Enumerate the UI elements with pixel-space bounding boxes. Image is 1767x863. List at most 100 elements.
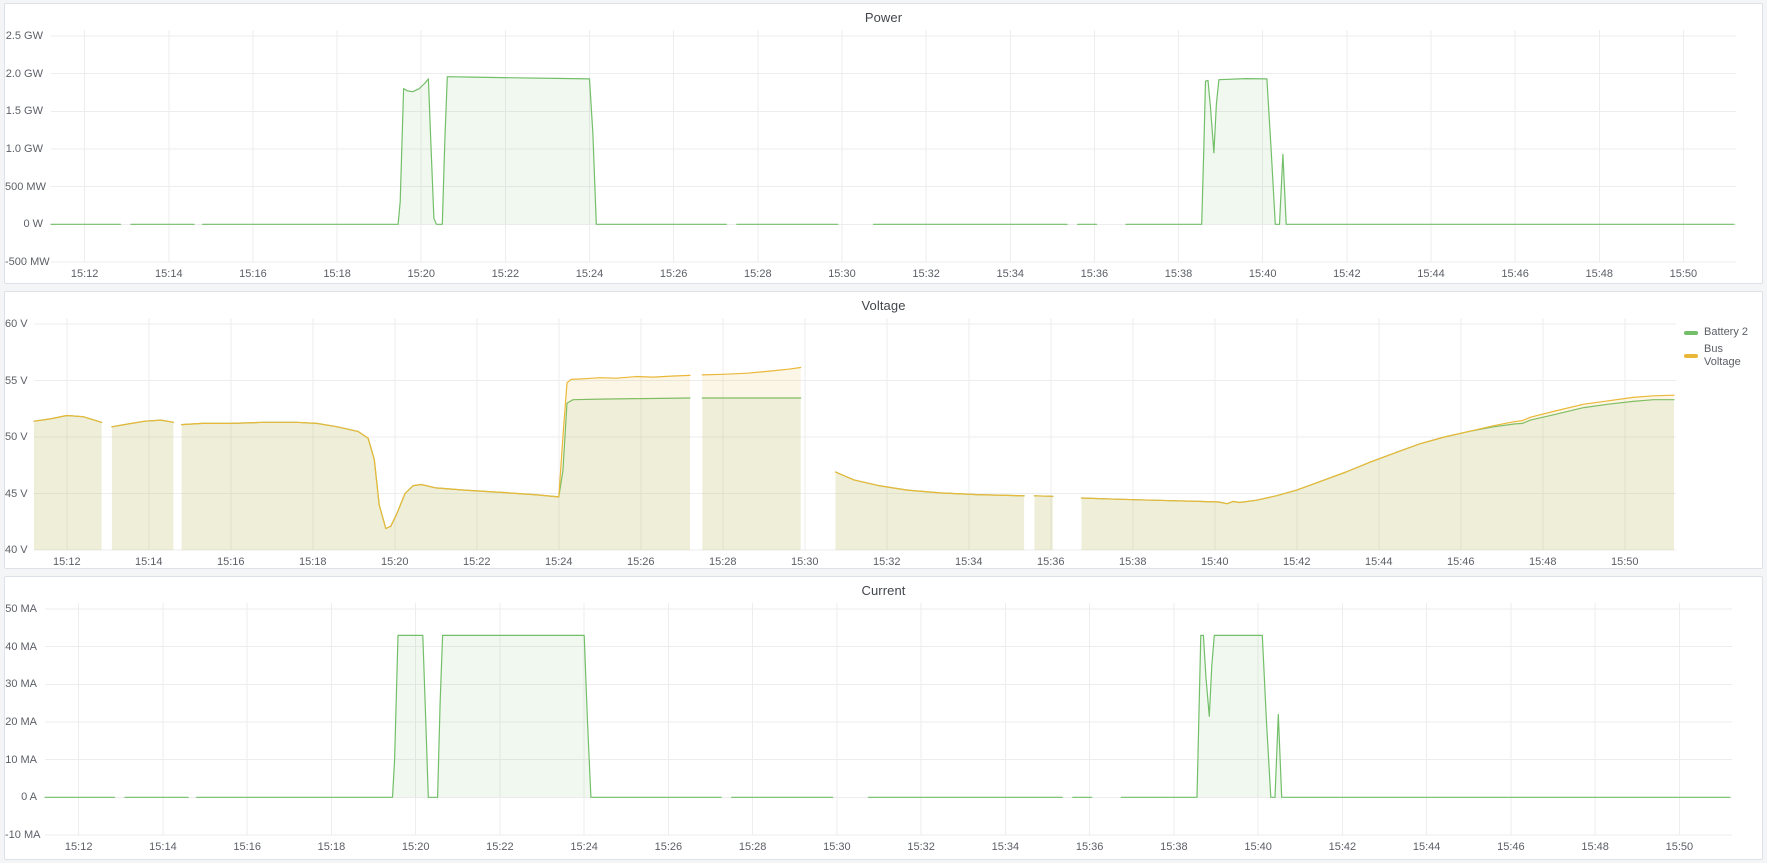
y-axis-label: 30 MA xyxy=(5,677,37,691)
x-axis-label: 15:12 xyxy=(61,267,109,281)
y-axis-label: 2.5 GW xyxy=(5,29,43,43)
x-axis-label: 15:36 xyxy=(1027,555,1075,569)
y-axis-label: 10 MA xyxy=(5,753,37,767)
x-axis-label: 15:24 xyxy=(566,267,614,281)
area-bus-voltage xyxy=(836,472,1025,550)
x-axis-label: 15:42 xyxy=(1323,267,1371,281)
x-axis-label: 15:44 xyxy=(1355,555,1403,569)
x-axis-label: 15:48 xyxy=(1571,840,1619,854)
y-axis-label: 45 V xyxy=(5,487,26,501)
x-axis-label: 15:16 xyxy=(229,267,277,281)
x-axis-label: 15:38 xyxy=(1109,555,1157,569)
x-axis-label: 15:36 xyxy=(1070,267,1118,281)
current-plot-area[interactable]: 50 MA40 MA30 MA20 MA10 MA0 A-10 MA15:121… xyxy=(5,603,1762,859)
x-axis-label: 15:36 xyxy=(1066,840,1114,854)
x-axis-label: 15:32 xyxy=(897,840,945,854)
y-axis-label: 0 W xyxy=(5,217,43,231)
y-axis-label: 50 MA xyxy=(5,602,37,616)
x-axis-label: 15:16 xyxy=(223,840,271,854)
y-axis-label: 0 A xyxy=(5,790,37,804)
x-axis-label: 15:26 xyxy=(650,267,698,281)
x-axis-label: 15:30 xyxy=(781,555,829,569)
area-current xyxy=(197,635,722,797)
legend-series-label: Bus Voltage xyxy=(1704,343,1762,369)
panel-power: Power 2.5 GW 2.0 GW 1.5 GW 1.0 GW 500 MW 0 W -… xyxy=(4,3,1763,284)
area-bus-voltage xyxy=(34,416,102,551)
x-axis-label: 15:20 xyxy=(397,267,445,281)
x-axis-label: 15:48 xyxy=(1575,267,1623,281)
x-axis-label: 15:24 xyxy=(535,555,583,569)
legend-series-label: Battery 2 xyxy=(1704,326,1748,339)
x-axis-label: 15:50 xyxy=(1659,267,1707,281)
x-axis-label: 15:12 xyxy=(43,555,91,569)
x-axis-label: 15:22 xyxy=(476,840,524,854)
legend-item-bus-voltage[interactable]: Bus Voltage xyxy=(1684,343,1762,369)
x-axis-label: 15:32 xyxy=(902,267,950,281)
x-axis-label: 15:18 xyxy=(289,555,337,569)
x-axis-label: 15:26 xyxy=(617,555,665,569)
legend-item-battery-2[interactable]: Battery 2 xyxy=(1684,326,1762,339)
x-axis-label: 15:30 xyxy=(813,840,861,854)
area-power xyxy=(203,77,727,225)
current-canvas[interactable] xyxy=(45,603,1732,835)
y-axis-label: 50 V xyxy=(5,430,26,444)
panel-header-voltage[interactable]: Voltage xyxy=(5,292,1762,318)
x-axis-label: 15:20 xyxy=(371,555,419,569)
legend: Battery 2 Bus Voltage xyxy=(1684,326,1762,369)
x-axis-label: 15:22 xyxy=(481,267,529,281)
x-axis-label: 15:48 xyxy=(1519,555,1567,569)
panel-current: Current 50 MA40 MA30 MA20 MA10 MA0 A-10 … xyxy=(4,576,1763,860)
y-axis-label: 1.0 GW xyxy=(5,142,43,156)
x-axis-label: 15:18 xyxy=(313,267,361,281)
y-axis-label: -10 MA xyxy=(5,828,37,842)
x-axis-label: 15:14 xyxy=(125,555,173,569)
y-axis-label: 55 V xyxy=(5,374,26,388)
panel-header-power[interactable]: Power xyxy=(5,4,1762,30)
panel-title-current[interactable]: Current xyxy=(861,583,905,598)
x-axis-label: 15:46 xyxy=(1487,840,1535,854)
x-axis-label: 15:50 xyxy=(1601,555,1649,569)
x-axis-label: 15:28 xyxy=(729,840,777,854)
area-bus-voltage xyxy=(1034,496,1052,550)
x-axis-label: 15:28 xyxy=(734,267,782,281)
area-bus-voltage xyxy=(182,375,690,550)
power-canvas[interactable] xyxy=(51,30,1736,262)
x-axis-label: 15:44 xyxy=(1407,267,1455,281)
y-axis-label: 500 MW xyxy=(5,180,43,194)
x-axis-label: 15:38 xyxy=(1155,267,1203,281)
x-axis-label: 15:28 xyxy=(699,555,747,569)
x-axis-label: 15:44 xyxy=(1403,840,1451,854)
x-axis-label: 15:12 xyxy=(55,840,103,854)
panel-title-power[interactable]: Power xyxy=(865,10,902,25)
dashboard: Power 2.5 GW 2.0 GW 1.5 GW 1.0 GW 500 MW 0 W -… xyxy=(0,0,1767,863)
x-axis-label: 15:14 xyxy=(145,267,193,281)
x-axis-label: 15:46 xyxy=(1491,267,1539,281)
x-axis-label: 15:24 xyxy=(560,840,608,854)
y-axis-label: -500 MW xyxy=(5,255,43,269)
x-axis-label: 15:34 xyxy=(986,267,1034,281)
x-axis-label: 15:22 xyxy=(453,555,501,569)
area-bus-voltage xyxy=(1082,395,1675,550)
legend-series-dash-icon xyxy=(1684,354,1698,358)
panel-title-voltage[interactable]: Voltage xyxy=(861,298,905,313)
x-axis-label: 15:14 xyxy=(139,840,187,854)
x-axis-label: 15:32 xyxy=(863,555,911,569)
panel-voltage: Voltage 60 V55 V50 V45 V40 V15:1215:1415… xyxy=(4,291,1763,569)
area-bus-voltage xyxy=(702,368,800,551)
x-axis-label: 15:40 xyxy=(1191,555,1239,569)
x-axis-label: 15:42 xyxy=(1273,555,1321,569)
x-axis-label: 15:20 xyxy=(392,840,440,854)
gridlines xyxy=(45,603,1732,835)
y-axis-label: 1.5 GW xyxy=(5,104,43,118)
area-bus-voltage xyxy=(112,420,173,550)
x-axis-label: 15:46 xyxy=(1437,555,1485,569)
y-axis-label: 20 MA xyxy=(5,715,37,729)
power-plot-area[interactable]: 2.5 GW 2.0 GW 1.5 GW 1.0 GW 500 MW 0 W -500 MW… xyxy=(5,30,1762,283)
x-axis-label: 15:18 xyxy=(307,840,355,854)
x-axis-label: 15:30 xyxy=(818,267,866,281)
y-axis-label: 2.0 GW xyxy=(5,67,43,81)
voltage-plot-area[interactable]: 60 V55 V50 V45 V40 V15:1215:1415:1615:18… xyxy=(5,318,1762,568)
x-axis-label: 15:40 xyxy=(1234,840,1282,854)
panel-header-current[interactable]: Current xyxy=(5,577,1762,603)
voltage-canvas[interactable] xyxy=(34,318,1676,550)
